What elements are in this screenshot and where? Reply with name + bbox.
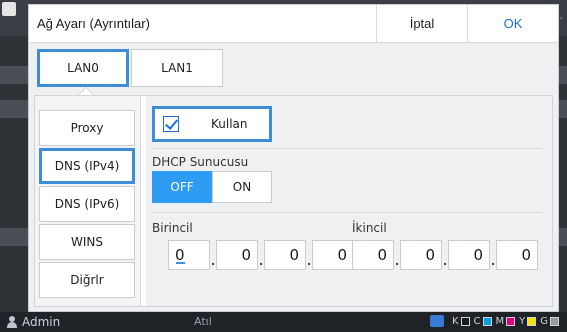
dhcp-server-toggle: OFF ON <box>152 171 272 203</box>
use-checkbox-label: Kullan <box>211 117 248 131</box>
logged-in-user[interactable]: Admin <box>22 315 60 329</box>
cancel-button[interactable]: İptal <box>376 5 467 42</box>
ink-black: K <box>452 316 470 327</box>
ok-button[interactable]: OK <box>467 5 558 42</box>
sidebar-item-dns-ipv4[interactable]: DNS (IPv4) <box>39 148 135 184</box>
dns-ipv4-content: Kullan DHCP Sunucusu OFF ON Birincil İki… <box>146 96 552 306</box>
dhcp-on-button[interactable]: ON <box>212 171 272 203</box>
sidebar-item-dns-ipv6[interactable]: DNS (IPv6) <box>39 186 135 222</box>
primary-dns-label: Birincil <box>152 221 193 235</box>
secondary-dns-octet-4[interactable]: 0 <box>496 240 538 270</box>
primary-dns-octet-4[interactable]: 0 <box>312 240 354 270</box>
status-bar: Admin Atıl K C M Y G <box>0 312 567 332</box>
ink-yellow: Y <box>519 316 537 327</box>
dhcp-off-button[interactable]: OFF <box>152 171 212 203</box>
dialog-titlebar: Ağ Ayarı (Ayrıntılar) İptal OK <box>29 5 558 43</box>
settings-panel: Proxy DNS (IPv4) DNS (IPv6) WINS Diğrlr … <box>34 95 553 307</box>
ink-level-box <box>482 316 492 326</box>
dhcp-server-label: DHCP Sunucusu <box>152 155 249 169</box>
sidebar-item-other[interactable]: Diğrlr <box>39 262 135 298</box>
secondary-dns-octet-2[interactable]: 0 <box>400 240 442 270</box>
ink-levels: K C M Y G <box>429 315 559 327</box>
ink-gray: G <box>540 316 559 327</box>
network-settings-dialog: Ağ Ayarı (Ayrıntılar) İptal OK LAN0 LAN1… <box>28 4 559 312</box>
lan-tabs: LAN0 LAN1 <box>37 49 223 87</box>
dialog-title: Ağ Ayarı (Ayrıntılar) <box>37 16 150 31</box>
user-icon <box>6 316 18 328</box>
checkmark-icon <box>163 116 179 132</box>
ink-level-box <box>527 316 537 326</box>
primary-dns-octet-3[interactable]: 0 <box>264 240 306 270</box>
secondary-dns-octet-3[interactable]: 0 <box>448 240 490 270</box>
network-icon <box>429 315 444 327</box>
divider <box>152 148 542 149</box>
primary-dns-octet-1[interactable]: 0 <box>168 240 210 270</box>
primary-dns-input: 0 . 0 . 0 . 0 <box>168 240 354 270</box>
ink-level-box <box>460 316 470 326</box>
home-icon <box>2 2 16 16</box>
ink-level-box <box>550 316 559 326</box>
secondary-dns-input: 0 . 0 . 0 . 0 <box>352 240 538 270</box>
sidebar-item-proxy[interactable]: Proxy <box>39 110 135 146</box>
secondary-dns-label: İkincil <box>352 221 387 235</box>
sidebar-item-wins[interactable]: WINS <box>39 224 135 260</box>
ink-level-box <box>506 316 516 326</box>
ink-magenta: M <box>496 316 516 327</box>
tab-lan0[interactable]: LAN0 <box>37 49 129 87</box>
printer-status: Atıl <box>194 315 212 328</box>
divider <box>152 212 542 213</box>
ink-cyan: C <box>474 316 492 327</box>
tab-lan1[interactable]: LAN1 <box>131 49 223 87</box>
category-sidebar: Proxy DNS (IPv4) DNS (IPv6) WINS Diğrlr <box>35 96 141 306</box>
secondary-dns-octet-1[interactable]: 0 <box>352 240 394 270</box>
use-checkbox[interactable]: Kullan <box>152 106 272 142</box>
primary-dns-octet-2[interactable]: 0 <box>216 240 258 270</box>
